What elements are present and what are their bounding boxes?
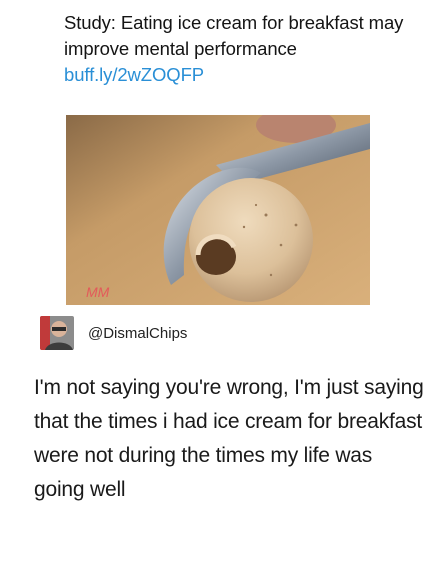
reply-header: @DismalChips: [40, 315, 187, 351]
reply-handle[interactable]: @DismalChips: [88, 325, 187, 342]
original-post-text: Study: Eating ice cream for breakfast ma…: [64, 10, 404, 88]
reply-text: I'm not saying you're wrong, I'm just sa…: [34, 376, 424, 501]
ice-cream-scoop-illustration: MM: [66, 115, 370, 305]
photo-watermark: MM: [86, 284, 110, 300]
post-text: Study: Eating ice cream for breakfast ma…: [64, 12, 404, 59]
post-link[interactable]: buff.ly/2wZOQFP: [64, 64, 204, 85]
user-avatar-icon[interactable]: [40, 316, 74, 350]
ice-cream-photo: MM: [66, 115, 370, 305]
